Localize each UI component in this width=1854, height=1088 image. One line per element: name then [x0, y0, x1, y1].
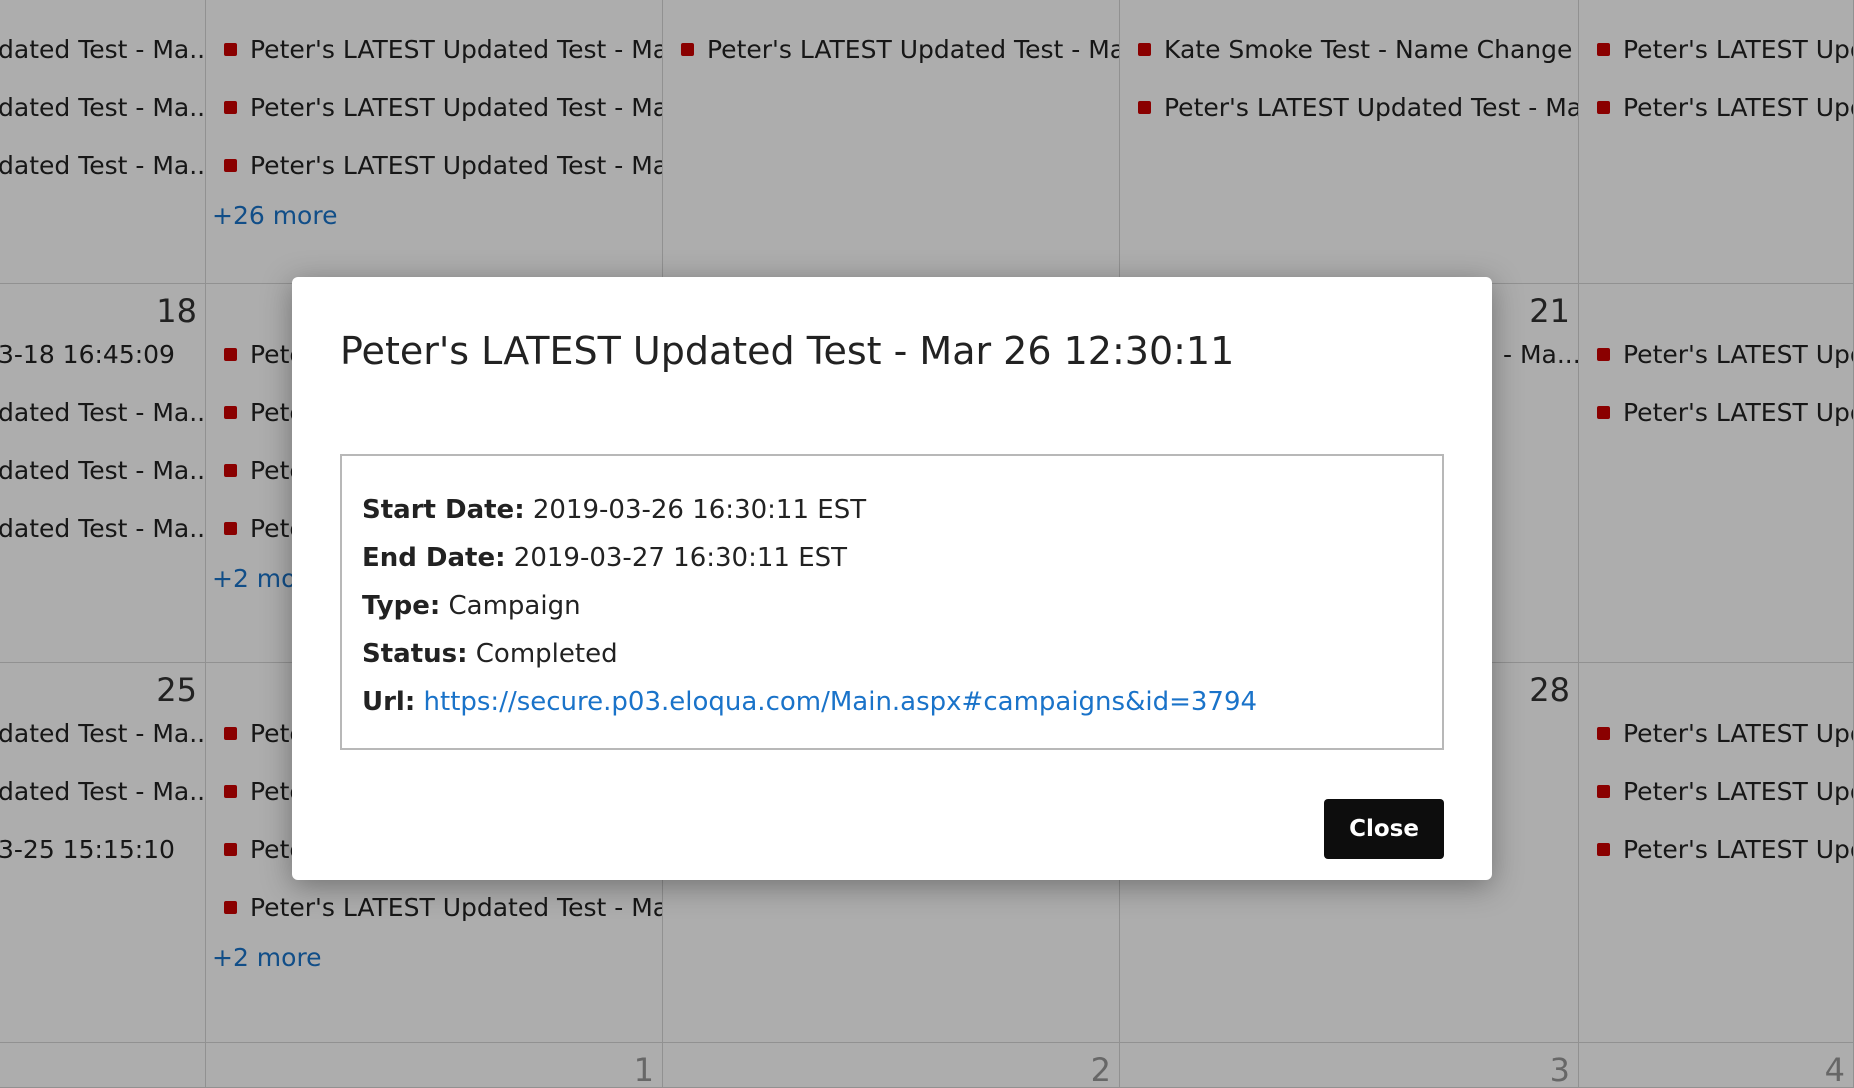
start-date-row: Start Date: 2019-03-26 16:30:11 EST — [362, 486, 1422, 534]
start-date-label: Start Date: — [362, 495, 525, 525]
status-label: Status: — [362, 639, 468, 669]
url-row: Url: https://secure.p03.eloqua.com/Main.… — [362, 678, 1422, 726]
end-date-label: End Date: — [362, 543, 506, 573]
close-button[interactable]: Close — [1324, 799, 1444, 859]
status-value: Completed — [475, 639, 618, 669]
type-row: Type: Campaign — [362, 582, 1422, 630]
status-row: Status: Completed — [362, 630, 1422, 678]
end-date-value: 2019-03-27 16:30:11 EST — [513, 543, 848, 573]
url-label: Url: — [362, 687, 416, 717]
event-details-box: Start Date: 2019-03-26 16:30:11 EST End … — [340, 454, 1444, 750]
end-date-row: End Date: 2019-03-27 16:30:11 EST — [362, 534, 1422, 582]
start-date-value: 2019-03-26 16:30:11 EST — [532, 495, 867, 525]
type-value: Campaign — [448, 591, 581, 621]
modal-title: Peter's LATEST Updated Test - Mar 26 12:… — [340, 329, 1235, 373]
campaign-url-link[interactable]: https://secure.p03.eloqua.com/Main.aspx#… — [424, 687, 1258, 717]
type-label: Type: — [362, 591, 441, 621]
event-details-modal: Peter's LATEST Updated Test - Mar 26 12:… — [292, 277, 1492, 880]
